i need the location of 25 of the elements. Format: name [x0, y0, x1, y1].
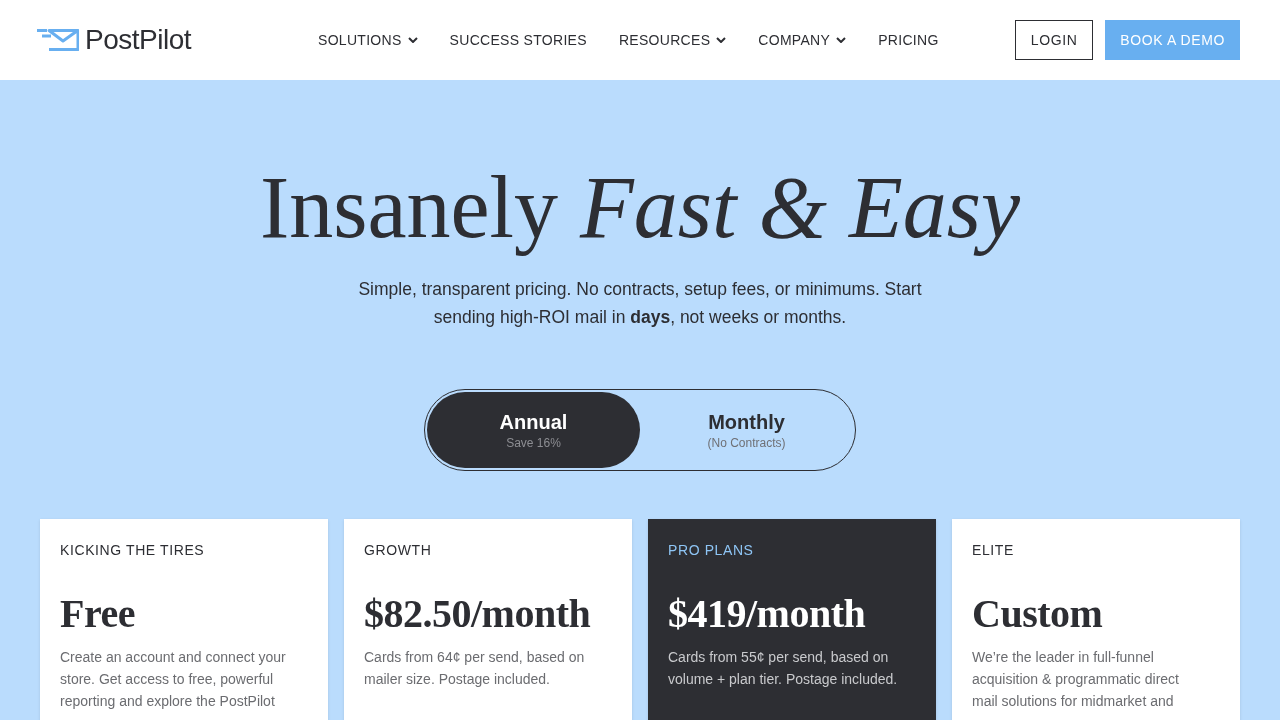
billing-tab[interactable]: Annual Save 16% [427, 392, 640, 468]
plan-name: PRO PLANS [668, 541, 754, 560]
hero-subtitle: Simple, transparent pricing. No contracts, setup fees, or minimums. Start sending high-ROI mail in days, not weeks or months. [357, 278, 923, 329]
envelope-logo-icon [37, 29, 79, 51]
plan-description: Cards from 55¢ per send, based on volume + plan tier. Postage included. [668, 648, 899, 689]
nav-link[interactable]: SOLUTIONS [318, 29, 418, 51]
tab-note: (No Contracts) [707, 435, 786, 451]
plan-description: Cards from 64¢ per send, based on mailer size. Postage included. [364, 648, 586, 689]
nav-link[interactable]: SUCCESS STORIES [449, 29, 587, 51]
plan-name: KICKING THE TIRES [60, 541, 205, 560]
login-button[interactable]: LOGIN [1014, 20, 1094, 60]
plan-price: $419/month [668, 590, 866, 638]
billing-tab[interactable]: Monthly (No Contracts) [640, 392, 853, 468]
nav-link[interactable]: COMPANY [758, 29, 847, 51]
plan-name: ELITE [972, 541, 1014, 560]
nav-link[interactable]: RESOURCES [618, 29, 727, 51]
tab-note: Save 16% [506, 435, 561, 451]
plan-description: Create an account and connect your store. Get access to free, powerful reporting and explore the PostPilot [60, 648, 287, 711]
plan-price: Custom [972, 590, 1103, 638]
plan-name: GROWTH [364, 541, 432, 560]
plan-price: Free [60, 590, 135, 638]
nav-link[interactable]: PRICING [878, 29, 939, 51]
plan-description: We’re the leader in full-funnel acquisition & programmatic direct mail solutions for midmarket and [972, 648, 1180, 711]
plan-price: $82.50/month [364, 590, 591, 638]
logo-text[interactable]: PostPilot [85, 26, 191, 54]
